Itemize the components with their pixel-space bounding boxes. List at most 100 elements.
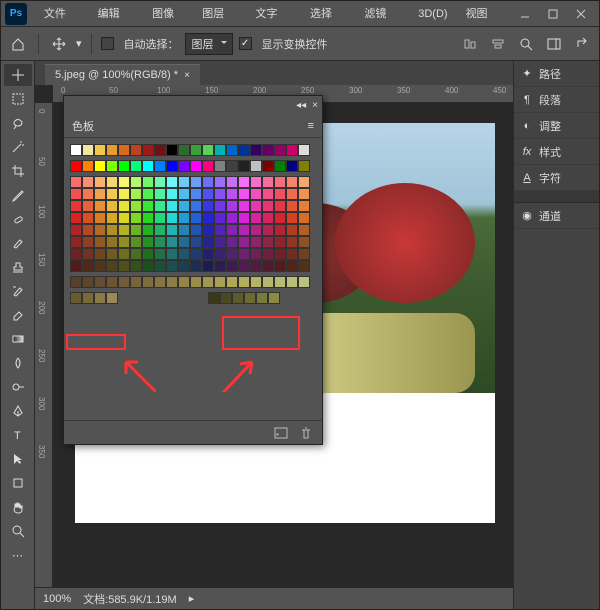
swatch[interactable]	[250, 200, 262, 212]
swatch[interactable]	[262, 276, 274, 288]
swatch[interactable]	[166, 188, 178, 200]
swatch[interactable]	[118, 248, 130, 260]
swatch[interactable]	[250, 276, 262, 288]
swatch[interactable]	[82, 200, 94, 212]
swatch[interactable]	[118, 212, 130, 224]
swatch[interactable]	[286, 276, 298, 288]
swatch[interactable]	[250, 160, 262, 172]
swatch[interactable]	[130, 160, 142, 172]
swatch[interactable]	[118, 160, 130, 172]
menu-select[interactable]: 选择(S)	[301, 1, 355, 27]
swatch[interactable]	[214, 276, 226, 288]
swatch[interactable]	[298, 176, 310, 188]
swatch[interactable]	[286, 188, 298, 200]
swatch[interactable]	[118, 188, 130, 200]
menu-edit[interactable]: 编辑(E)	[89, 1, 143, 27]
swatch[interactable]	[94, 160, 106, 172]
panel-paths[interactable]: ✦路径	[514, 61, 599, 87]
swatch[interactable]	[190, 276, 202, 288]
swatch[interactable]	[286, 212, 298, 224]
menu-file[interactable]: 文件(F)	[35, 1, 89, 27]
swatch[interactable]	[226, 200, 238, 212]
swatch[interactable]	[262, 248, 274, 260]
swatch[interactable]	[82, 188, 94, 200]
eyedropper-tool[interactable]	[4, 184, 32, 206]
swatch[interactable]	[250, 248, 262, 260]
swatch[interactable]	[142, 224, 154, 236]
move-icon[interactable]	[48, 33, 70, 55]
swatch[interactable]	[94, 176, 106, 188]
share-icon[interactable]	[571, 33, 593, 55]
swatch[interactable]	[154, 276, 166, 288]
swatch[interactable]	[298, 248, 310, 260]
swatch[interactable]	[190, 236, 202, 248]
move-tool[interactable]	[4, 64, 32, 86]
swatch[interactable]	[178, 260, 190, 272]
swatch[interactable]	[106, 292, 118, 304]
swatch[interactable]	[256, 292, 268, 304]
swatch[interactable]	[190, 200, 202, 212]
swatch[interactable]	[118, 236, 130, 248]
swatch[interactable]	[274, 144, 286, 156]
swatch[interactable]	[118, 224, 130, 236]
swatch[interactable]	[262, 144, 274, 156]
gradient-tool[interactable]	[4, 328, 32, 350]
swatch[interactable]	[202, 200, 214, 212]
swatch[interactable]	[106, 236, 118, 248]
swatch[interactable]	[238, 144, 250, 156]
swatch[interactable]	[274, 160, 286, 172]
swatch[interactable]	[178, 224, 190, 236]
swatch[interactable]	[238, 200, 250, 212]
swatch[interactable]	[130, 248, 142, 260]
delete-swatch-icon[interactable]	[300, 427, 312, 439]
swatch[interactable]	[262, 188, 274, 200]
swatch[interactable]	[214, 212, 226, 224]
swatch[interactable]	[106, 144, 118, 156]
swatch[interactable]	[214, 248, 226, 260]
swatch[interactable]	[94, 248, 106, 260]
dodge-tool[interactable]	[4, 376, 32, 398]
swatch[interactable]	[82, 176, 94, 188]
swatch[interactable]	[178, 276, 190, 288]
swatch[interactable]	[298, 260, 310, 272]
swatch[interactable]	[154, 236, 166, 248]
swatch[interactable]	[142, 188, 154, 200]
swatch[interactable]	[106, 260, 118, 272]
swatch[interactable]	[118, 276, 130, 288]
swatch[interactable]	[202, 188, 214, 200]
swatch[interactable]	[214, 200, 226, 212]
swatch[interactable]	[106, 200, 118, 212]
swatch[interactable]	[166, 160, 178, 172]
swatch[interactable]	[226, 236, 238, 248]
swatch[interactable]	[298, 224, 310, 236]
swatch[interactable]	[82, 160, 94, 172]
swatch[interactable]	[130, 176, 142, 188]
swatch[interactable]	[226, 144, 238, 156]
swatch[interactable]	[250, 176, 262, 188]
swatch[interactable]	[154, 248, 166, 260]
swatch[interactable]	[250, 224, 262, 236]
swatch[interactable]	[142, 200, 154, 212]
wand-tool[interactable]	[4, 136, 32, 158]
swatch[interactable]	[166, 276, 178, 288]
swatch[interactable]	[286, 260, 298, 272]
swatch[interactable]	[250, 260, 262, 272]
swatch[interactable]	[142, 248, 154, 260]
swatch[interactable]	[154, 160, 166, 172]
type-tool[interactable]: T	[4, 424, 32, 446]
align-icon[interactable]	[459, 33, 481, 55]
swatch[interactable]	[274, 276, 286, 288]
swatch[interactable]	[130, 260, 142, 272]
eraser-tool[interactable]	[4, 304, 32, 326]
swatch[interactable]	[142, 276, 154, 288]
swatch[interactable]	[94, 188, 106, 200]
swatch[interactable]	[214, 160, 226, 172]
swatch[interactable]	[178, 200, 190, 212]
swatch[interactable]	[166, 176, 178, 188]
swatch[interactable]	[244, 292, 256, 304]
swatch[interactable]	[82, 248, 94, 260]
swatch[interactable]	[202, 176, 214, 188]
swatch[interactable]	[214, 176, 226, 188]
swatch[interactable]	[94, 144, 106, 156]
swatch[interactable]	[298, 200, 310, 212]
